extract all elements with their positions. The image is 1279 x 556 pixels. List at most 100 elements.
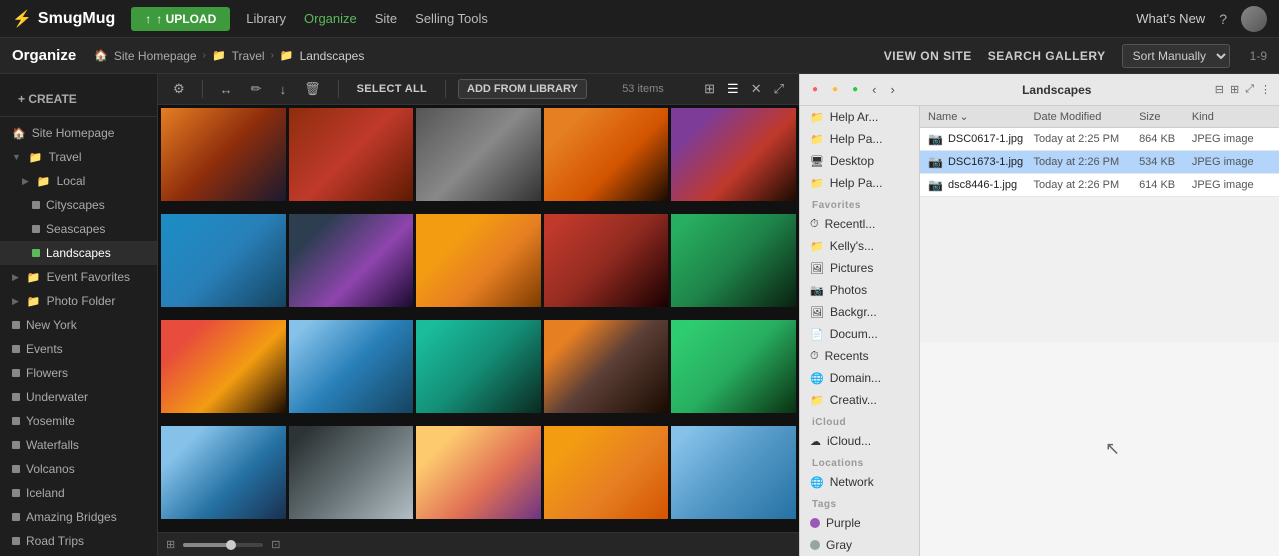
sidebar-item-events[interactable]: Events <box>0 337 157 361</box>
photo-cell[interactable] <box>289 426 414 519</box>
sidebar-item-flowers[interactable]: Flowers <box>0 361 157 385</box>
fp-arrange-button[interactable]: ⊞ <box>1230 83 1239 96</box>
nav-selling-tools[interactable]: Selling Tools <box>415 11 488 26</box>
col-date[interactable]: Date Modified <box>1034 111 1140 123</box>
move-button[interactable]: ↔ <box>215 79 238 100</box>
sidebar-item-photo-folder[interactable]: ▶ 📁 Photo Folder <box>0 289 157 313</box>
sidebar-item-new-york[interactable]: New York <box>0 313 157 337</box>
fp-forward-button[interactable]: › <box>886 80 898 99</box>
fp-action-button[interactable]: ⋮ <box>1260 83 1271 96</box>
breadcrumb-home[interactable]: Site Homepage <box>114 49 197 63</box>
file-item[interactable]: 📷 DSC0617-1.jpg Today at 2:25 PM 864 KB … <box>920 128 1279 151</box>
add-from-library-button[interactable]: ADD FROM LIBRARY <box>458 79 587 99</box>
photo-cell[interactable] <box>161 214 286 307</box>
search-gallery-button[interactable]: SEARCH GALLERY <box>988 49 1106 63</box>
fp-background[interactable]: 🖼 Backgr... <box>800 301 919 323</box>
sidebar-item-yosemite[interactable]: Yosemite <box>0 409 157 433</box>
fp-sidebar-item[interactable]: 📁 Help Pa... <box>800 128 919 150</box>
photo-cell[interactable] <box>544 108 669 201</box>
photo-cell[interactable] <box>416 214 541 307</box>
photo-cell[interactable] <box>289 320 414 413</box>
fp-share-button[interactable]: ⤢ <box>1245 83 1254 96</box>
photo-cell[interactable] <box>416 426 541 519</box>
sidebar-item-seascapes[interactable]: Seascapes <box>0 217 157 241</box>
download-button[interactable]: ↓ <box>275 79 292 100</box>
fp-network[interactable]: 🌐 Network <box>800 471 919 493</box>
sidebar-item-local[interactable]: ▶ 📁 Local <box>0 169 157 193</box>
fp-tag-gray[interactable]: Gray <box>800 534 919 556</box>
fp-domain[interactable]: 🌐 Domain... <box>800 367 919 389</box>
fp-back-button[interactable]: ‹ <box>868 80 880 99</box>
photo-cell[interactable] <box>671 214 796 307</box>
nav-site[interactable]: Site <box>375 11 397 26</box>
sidebar-item-cityscapes[interactable]: Cityscapes <box>0 193 157 217</box>
file-item[interactable]: 📷 dsc8446-1.jpg Today at 2:26 PM 614 KB … <box>920 174 1279 197</box>
sidebar-item-waterfalls[interactable]: Waterfalls <box>0 433 157 457</box>
edit-button[interactable]: ✏ <box>246 78 267 100</box>
fp-tag-purple[interactable]: Purple <box>800 512 919 534</box>
fp-kellys[interactable]: 📁 Kelly's... <box>800 235 919 257</box>
file-item-selected[interactable]: 📷 DSC1673-1.jpg Today at 2:26 PM 534 KB … <box>920 151 1279 174</box>
nav-organize[interactable]: Organize <box>304 11 357 26</box>
photo-cell[interactable] <box>544 426 669 519</box>
photo-cell[interactable] <box>544 214 669 307</box>
size-slider[interactable] <box>183 543 263 547</box>
sidebar-item-event-favorites[interactable]: ▶ 📁 Event Favorites <box>0 265 157 289</box>
nav-library[interactable]: Library <box>246 11 286 26</box>
col-name[interactable]: Name ⌄ <box>928 110 1034 123</box>
breadcrumb-travel[interactable]: Travel <box>232 49 265 63</box>
fp-sidebar-item[interactable]: 📁 Help Pa... <box>800 172 919 194</box>
create-button[interactable]: + CREATE <box>6 86 89 112</box>
sidebar-item-road-trips[interactable]: Road Trips <box>0 529 157 553</box>
sidebar-item-underwater[interactable]: Underwater <box>0 385 157 409</box>
photo-cell[interactable] <box>161 320 286 413</box>
close-view-button[interactable]: ✕ <box>746 78 767 100</box>
view-on-site-button[interactable]: VIEW ON SITE <box>884 49 972 63</box>
fp-sidebar-item[interactable]: 📁 Help Ar... <box>800 106 919 128</box>
fp-traffic-red[interactable]: ● <box>808 82 822 97</box>
photo-cell[interactable] <box>544 320 669 413</box>
fp-creative[interactable]: 📁 Creativ... <box>800 389 919 411</box>
sidebar-item-amazing-bridges[interactable]: Amazing Bridges <box>0 505 157 529</box>
photo-cell[interactable] <box>161 108 286 201</box>
fp-traffic-yellow[interactable]: ● <box>828 82 842 97</box>
sidebar-item-volcanos[interactable]: Volcanos <box>0 457 157 481</box>
sidebar-item-site-homepage[interactable]: 🏠 Site Homepage <box>0 121 157 145</box>
photo-cell[interactable] <box>671 426 796 519</box>
grid-view-button[interactable]: ⊞ <box>699 78 720 100</box>
upload-button[interactable]: ↑ ↑ UPLOAD <box>131 7 230 31</box>
photo-cell[interactable] <box>671 108 796 201</box>
photo-cell[interactable] <box>671 320 796 413</box>
photo-cell[interactable] <box>289 214 414 307</box>
fp-recents-2[interactable]: ⏱ Recents <box>800 345 919 367</box>
fp-view-options-button[interactable]: ⊟ <box>1215 83 1224 96</box>
photo-cell[interactable] <box>289 108 414 201</box>
delete-button[interactable]: 🗑 <box>299 78 326 100</box>
fp-pictures[interactable]: 🖼 Pictures <box>800 257 919 279</box>
whats-new-button[interactable]: What's New <box>1136 11 1205 26</box>
fp-traffic-green[interactable]: ● <box>848 82 862 97</box>
logo[interactable]: ⚡ SmugMug <box>12 9 115 29</box>
fp-icloud[interactable]: ☁ iCloud... <box>800 430 919 452</box>
photo-cell[interactable] <box>416 108 541 201</box>
list-view-button[interactable]: ☰ <box>722 78 744 100</box>
sidebar-item-iceland[interactable]: Iceland <box>0 481 157 505</box>
col-kind[interactable]: Kind <box>1192 111 1271 123</box>
help-icon[interactable]: ? <box>1219 11 1227 27</box>
expand-view-button[interactable]: ⤢ <box>769 78 789 100</box>
grid-icon[interactable]: ⊞ <box>166 538 175 551</box>
sort-dropdown[interactable]: Sort Manually <box>1122 44 1230 68</box>
fp-sidebar-item-desktop[interactable]: 🖥 Desktop <box>800 150 919 172</box>
fp-photos[interactable]: 📷 Photos <box>800 279 919 301</box>
col-size[interactable]: Size <box>1139 111 1192 123</box>
avatar[interactable] <box>1241 6 1267 32</box>
fp-documents[interactable]: 📄 Docum... <box>800 323 919 345</box>
sidebar-item-travel[interactable]: ▼ 📁 Travel <box>0 145 157 169</box>
select-all-button[interactable]: SELECT ALL <box>351 80 433 98</box>
settings-button[interactable]: ⚙ <box>168 78 190 100</box>
expand-icon[interactable]: ⊡ <box>271 538 280 551</box>
photo-cell[interactable] <box>416 320 541 413</box>
fp-recents[interactable]: ⏱ Recentl... <box>800 213 919 235</box>
sidebar-item-landscapes[interactable]: Landscapes <box>0 241 157 265</box>
photo-cell[interactable] <box>161 426 286 519</box>
